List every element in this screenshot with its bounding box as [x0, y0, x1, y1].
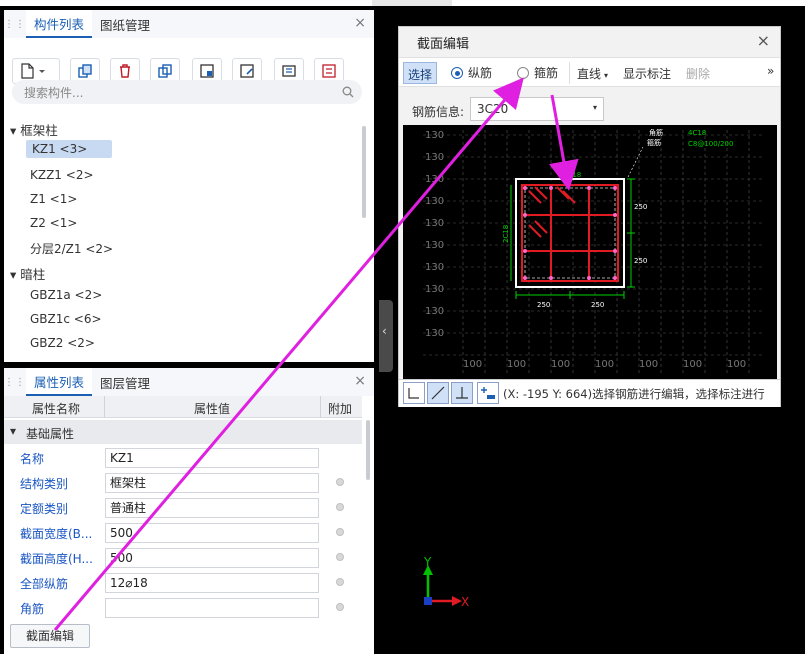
axis-indicator: Y X [423, 555, 469, 609]
annotation-arrow [549, 94, 579, 191]
annotation-overlay [53, 77, 579, 631]
axis-x-label: X [461, 595, 469, 609]
annotation-arrow [53, 77, 524, 631]
axis-y-label: Y [423, 555, 432, 569]
